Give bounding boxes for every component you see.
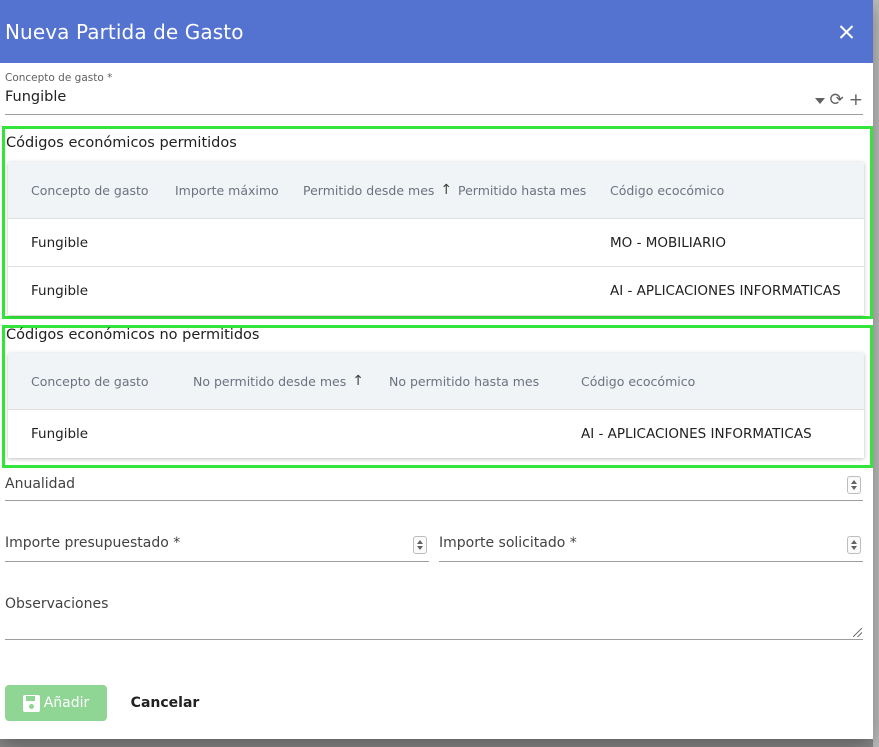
column-header-codigo[interactable]: Código ecocómico — [610, 183, 724, 198]
anualidad-field[interactable]: Anualidad — [5, 476, 863, 501]
cell-codigo: MO - MOBILIARIO — [610, 235, 726, 251]
sort-ascending-icon: ↑ — [440, 182, 453, 198]
add-button[interactable]: Añadir — [5, 685, 107, 721]
column-header-label: Permitido desde mes — [303, 182, 435, 198]
column-header-concepto[interactable]: Concepto de gasto — [31, 183, 149, 198]
column-header-label: Importe máximo — [175, 182, 279, 198]
concepto-gasto-select[interactable]: Concepto de gasto * Fungible ⟳ + — [5, 72, 863, 115]
column-header-codigo[interactable]: Código ecocómico — [581, 374, 695, 389]
column-header-desde[interactable]: Permitido desde mes ↑ — [303, 182, 452, 198]
dropdown-arrow-icon[interactable] — [814, 97, 825, 104]
select-actions: ⟳ + — [814, 92, 863, 109]
column-header-hasta[interactable]: Permitido hasta mes — [458, 183, 586, 198]
table-header: Concepto de gasto No permitido desde mes… — [8, 353, 864, 410]
close-icon[interactable] — [835, 20, 859, 44]
column-header-label: No permitido desde mes — [193, 373, 347, 389]
column-header-desde[interactable]: No permitido desde mes ↑ — [193, 373, 364, 389]
importe-presupuestado-field[interactable]: Importe presupuestado * — [5, 535, 429, 562]
table-row[interactable]: Fungible MO - MOBILIARIO — [8, 219, 864, 267]
add-button-label: Añadir — [43, 695, 90, 711]
table-row[interactable]: Fungible AI - APLICACIONES INFORMATICAS — [8, 410, 864, 458]
cell-concepto: Fungible — [31, 426, 89, 442]
cell-concepto: Fungible — [31, 235, 89, 251]
cell-codigo: AI - APLICACIONES INFORMATICAS — [581, 426, 812, 442]
observaciones-label: Observaciones — [5, 596, 109, 612]
column-header-label: Concepto de gasto — [31, 373, 149, 389]
codigos-no-permitidos-title: Códigos económicos no permitidos — [6, 327, 260, 343]
backdrop — [873, 0, 879, 747]
dialog: Nueva Partida de Gasto Concepto de gasto… — [0, 0, 873, 739]
column-header-label: Concepto de gasto — [31, 182, 149, 198]
column-header-label: Código ecocómico — [610, 182, 725, 198]
refresh-icon[interactable]: ⟳ — [830, 92, 844, 109]
number-stepper-icon[interactable] — [847, 536, 861, 554]
cancel-button[interactable]: Cancelar — [120, 685, 210, 721]
concepto-gasto-label: Concepto de gasto * — [5, 72, 113, 84]
codigos-permitidos-title: Códigos económicos permitidos — [6, 135, 237, 151]
codigos-permitidos-table: Concepto de gasto Importe máximo Permiti… — [8, 162, 864, 315]
cell-concepto: Fungible — [31, 283, 89, 299]
sort-ascending-icon: ↑ — [352, 373, 364, 389]
column-header-label: Permitido hasta mes — [458, 182, 587, 198]
importe-solicitado-field[interactable]: Importe solicitado * — [439, 535, 863, 562]
concepto-gasto-value: Fungible — [5, 89, 67, 105]
codigos-no-permitidos-section: Códigos económicos no permitidos Concept… — [2, 325, 873, 468]
resize-handle-icon[interactable] — [853, 628, 862, 637]
dialog-title: Nueva Partida de Gasto — [5, 19, 244, 44]
codigos-no-permitidos-table: Concepto de gasto No permitido desde mes… — [8, 353, 864, 458]
table-row[interactable]: Fungible AI - APLICACIONES INFORMATICAS — [8, 267, 864, 315]
importe-presupuestado-label: Importe presupuestado * — [5, 535, 181, 551]
column-header-importe[interactable]: Importe máximo — [175, 183, 279, 198]
table-header: Concepto de gasto Importe máximo Permiti… — [8, 162, 864, 219]
save-icon — [22, 694, 40, 712]
add-icon[interactable]: + — [849, 92, 863, 109]
dialog-header: Nueva Partida de Gasto — [0, 0, 873, 63]
codigos-permitidos-section: Códigos económicos permitidos Concepto d… — [2, 126, 873, 319]
importe-solicitado-label: Importe solicitado * — [439, 535, 577, 551]
number-stepper-icon[interactable] — [413, 536, 427, 554]
anualidad-label: Anualidad — [5, 476, 76, 492]
column-header-hasta[interactable]: No permitido hasta mes — [389, 374, 539, 389]
column-header-concepto[interactable]: Concepto de gasto — [31, 374, 149, 389]
number-stepper-icon[interactable] — [847, 476, 861, 494]
observaciones-textarea[interactable]: Observaciones — [5, 596, 863, 640]
column-header-label: Código ecocómico — [581, 373, 696, 389]
column-header-label: No permitido hasta mes — [389, 373, 540, 389]
cell-codigo: AI - APLICACIONES INFORMATICAS — [610, 283, 841, 299]
